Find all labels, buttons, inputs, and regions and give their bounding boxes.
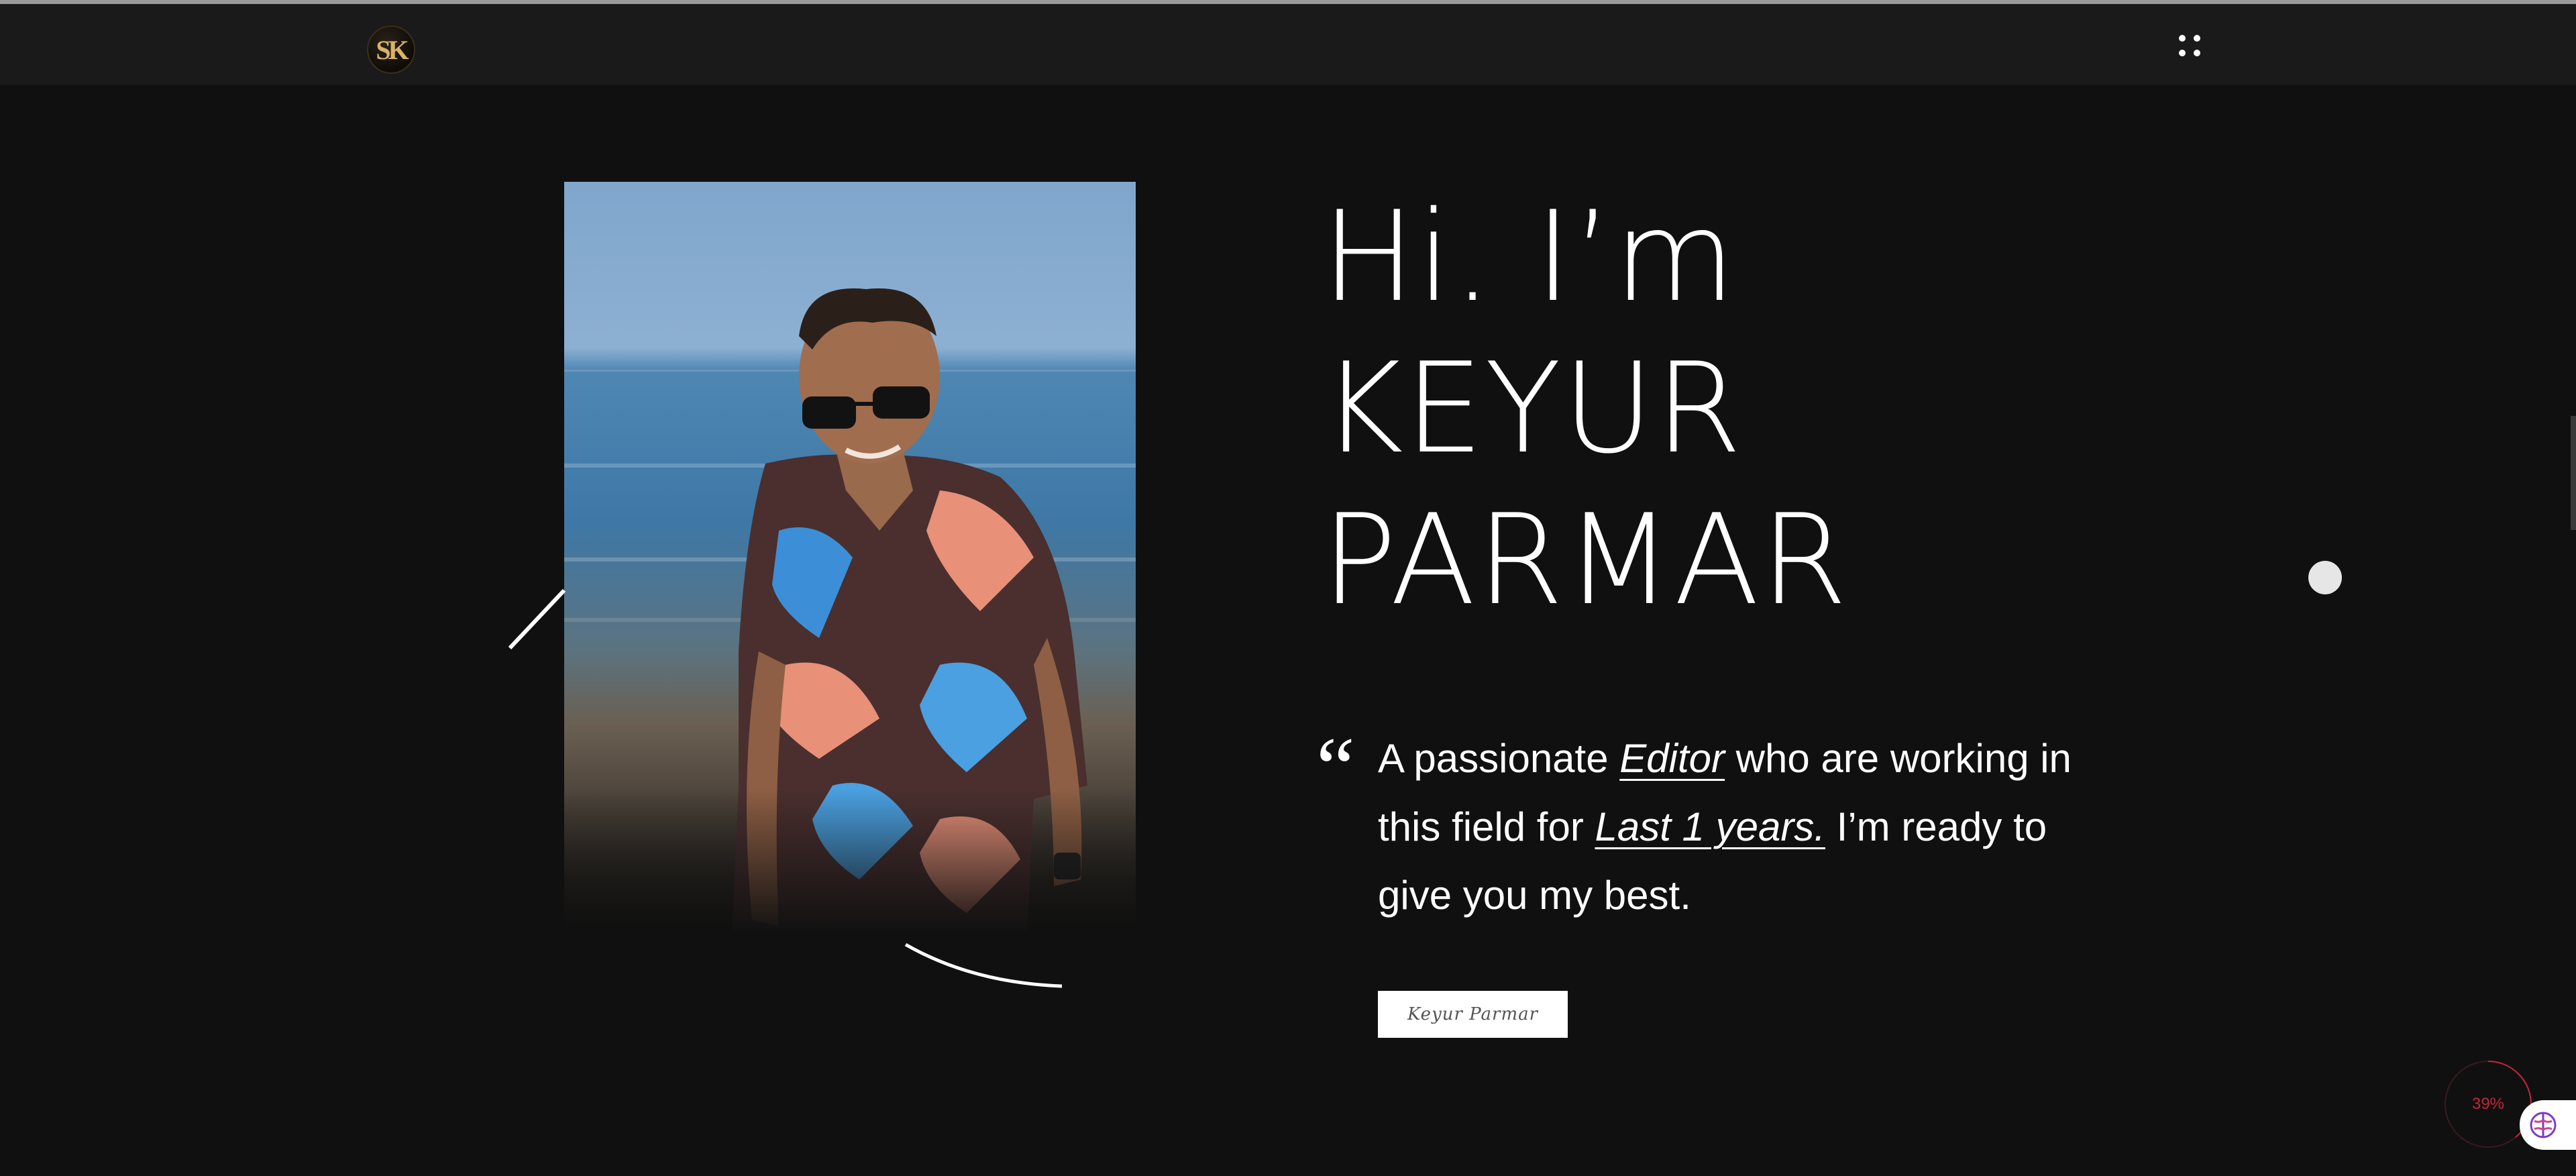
- site-header: SK: [0, 4, 2576, 85]
- scrollbar-thumb[interactable]: [2571, 416, 2576, 530]
- hero-first-name: KEYUR: [1322, 335, 1743, 481]
- hero-last-name: PARMAR: [1322, 487, 1849, 633]
- cursor-dot: [2308, 561, 2342, 594]
- signature-text: Keyur Parmar: [1407, 1004, 1539, 1024]
- bio-text: A passionate Editor who are working in t…: [1378, 725, 2129, 930]
- decorative-lines: [508, 588, 1063, 988]
- quote-icon: “: [1316, 720, 1355, 816]
- scroll-progress-label: 39%: [2471, 1095, 2505, 1113]
- brain-badge-button[interactable]: [2520, 1100, 2576, 1150]
- logo-text: SK: [376, 34, 409, 65]
- hero-heading: Hi. I’m KEYUR PARMAR: [1322, 181, 1849, 636]
- signature-box: Keyur Parmar: [1378, 991, 1568, 1038]
- menu-button[interactable]: [2179, 35, 2206, 62]
- brain-icon: [2530, 1112, 2557, 1138]
- bio-part-1: A passionate: [1378, 736, 1620, 781]
- bio-emphasis-editor: Editor: [1619, 736, 1725, 781]
- site-logo[interactable]: SK: [367, 25, 415, 74]
- profile-photo: [564, 182, 1136, 937]
- bio-emphasis-years: Last 1 years.: [1595, 804, 1825, 849]
- hero-greeting: Hi. I’m: [1322, 184, 1737, 329]
